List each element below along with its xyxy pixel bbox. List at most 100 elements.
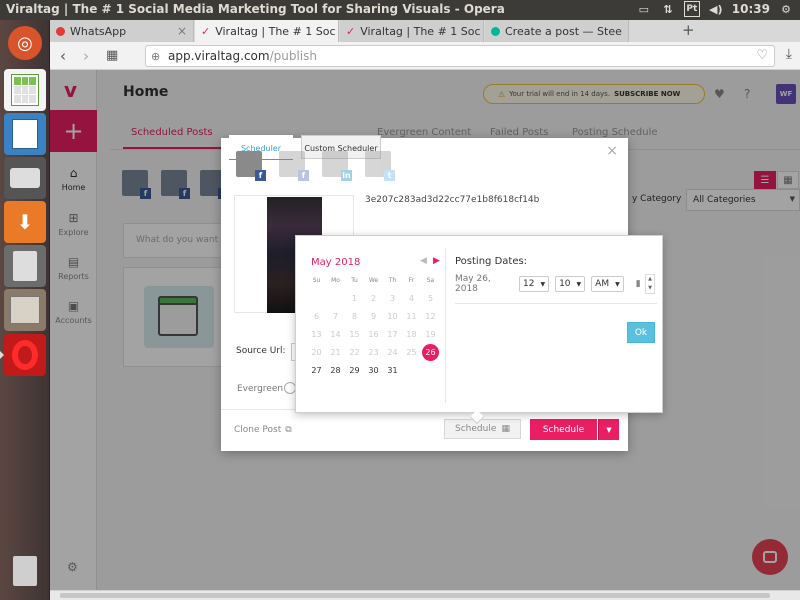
opera-browser-icon[interactable] (0, 334, 46, 376)
account-avatar[interactable]: in (322, 151, 352, 181)
ubuntu-dash-icon[interactable]: ◎ (8, 26, 42, 60)
calendar-day[interactable]: 28 (326, 361, 345, 379)
viraltag-page: v + ⌂ Home ⊞ Explore ▤ Reports ▣ Account… (50, 70, 800, 590)
printer-icon[interactable] (4, 157, 46, 199)
url-input[interactable]: ⊕ app.viraltag.com/publish ♡ (145, 45, 775, 67)
source-url-label: Source Url: (236, 346, 286, 356)
account-avatar[interactable]: f (279, 151, 309, 181)
close-tab-icon[interactable]: × (177, 24, 187, 38)
calendar-day: 14 (330, 329, 341, 339)
delete-date-icon[interactable]: ▮ (636, 279, 641, 289)
schedule-button[interactable]: Schedule (530, 419, 597, 440)
calendar-day: 5 (427, 293, 434, 303)
system-top-panel: Viraltag | The # 1 Social Media Marketin… (0, 0, 800, 20)
calendar-day: 7 (332, 311, 339, 321)
weekday-label: Tu (351, 277, 358, 284)
schedule-date-field[interactable]: Schedule ▦ (444, 419, 521, 439)
schedule-options-dropdown[interactable]: ▼ (598, 419, 619, 440)
viraltag-favicon: ✓ (201, 24, 211, 38)
post-caption-text[interactable]: 3e207c283ad3d22cc77e1b8f618cf14b (365, 195, 539, 205)
weekday-label: Mo (331, 277, 340, 284)
weekday-label: Fr (408, 277, 415, 284)
calendar-day[interactable]: 29 (345, 361, 364, 379)
calendar-day: 16 (368, 329, 379, 339)
tab-label: WhatsApp (70, 24, 127, 38)
tab-viraltag-active[interactable]: ✓ Viraltag | The # 1 Soc × (195, 20, 339, 42)
weekday-label: Su (312, 277, 321, 284)
trash-icon[interactable] (4, 550, 46, 592)
hour-value: 12 (523, 279, 535, 289)
tab-steem[interactable]: Create a post — Stee × (485, 20, 629, 42)
date-count-stepper[interactable]: ▲ ▼ (645, 274, 655, 294)
unity-launcher: ◎ ⬇ (0, 20, 50, 600)
url-path: /publish (269, 49, 317, 63)
tab-whatsapp[interactable]: WhatsApp × (50, 20, 194, 42)
calendar-day: 3 (389, 293, 396, 303)
new-tab-button[interactable]: + (682, 21, 695, 39)
weekday-label: Sa (426, 277, 435, 284)
tray-network-icon[interactable]: ⇅ (660, 1, 676, 17)
system-tray: ▭ ⇅ Pt ◀) 10:39 ⚙ (636, 1, 794, 17)
bookmark-heart-icon[interactable]: ♡ (756, 48, 768, 63)
steem-favicon (491, 26, 500, 36)
calendar-day: 4 (408, 293, 415, 303)
writer-app-icon[interactable] (4, 113, 46, 155)
calendar-day[interactable]: 30 (364, 361, 383, 379)
viraltag-favicon: ✓ (346, 24, 356, 38)
forward-button[interactable]: › (83, 47, 89, 65)
twitter-icon: t (384, 170, 395, 181)
close-icon[interactable]: × (606, 143, 618, 159)
speed-dial-grid-icon[interactable]: ▦ (106, 48, 118, 63)
calendar-day[interactable]: 31 (383, 361, 402, 379)
next-month-button[interactable]: ▶ (433, 256, 440, 266)
keyboard-layout-indicator[interactable]: Pt (683, 1, 700, 17)
scrollbar-thumb[interactable] (60, 593, 770, 598)
browser-tab-strip: WhatsApp × ✓ Viraltag | The # 1 Soc × ✓ … (50, 20, 800, 42)
address-toolbar: ‹ › ▦ ⊕ app.viraltag.com/publish ♡ ⤓ (50, 42, 800, 70)
copy-icon: ⧉ (285, 425, 292, 435)
back-button[interactable]: ‹ (60, 47, 66, 65)
calendar-icon: ▦ (501, 424, 510, 434)
posting-dates-label: Posting Dates: (455, 256, 528, 267)
calendar-day: 17 (387, 329, 398, 339)
ampm-select[interactable]: AM ▼ (591, 276, 624, 292)
account-avatar-selected[interactable]: f (236, 151, 266, 181)
facebook-icon: f (255, 170, 266, 181)
software-center-icon[interactable]: ⬇ (4, 201, 46, 243)
divider (445, 248, 446, 403)
calendar-day: 18 (406, 329, 417, 339)
calendar-day-empty (402, 361, 421, 379)
tab-label: Viraltag | The # 1 Soc (215, 24, 336, 38)
calendar-day: 8 (351, 311, 358, 321)
calendar-day: 10 (387, 311, 398, 321)
volume-icon[interactable]: ◀) (708, 1, 724, 17)
calendar-day: 22 (349, 347, 360, 357)
download-icon[interactable]: ⤓ (786, 46, 792, 62)
tab-label: Viraltag | The # 1 Soc (360, 24, 481, 38)
calendar-day: 1 (351, 293, 358, 303)
account-avatar[interactable]: t (365, 151, 395, 181)
tray-monitor-icon[interactable]: ▭ (636, 1, 652, 17)
prev-month-button[interactable]: ◀ (420, 256, 427, 266)
power-gear-icon[interactable]: ⚙ (778, 1, 794, 17)
calendar-day[interactable]: 26 (421, 343, 440, 361)
evergreen-label: Evergreen (237, 384, 284, 394)
tab-viraltag[interactable]: ✓ Viraltag | The # 1 Soc × (340, 20, 484, 42)
weekday-header: Su Mo Tu We Th Fr Sa (307, 277, 447, 289)
clone-post-button[interactable]: Clone Post ⧉ (234, 425, 292, 435)
url-host: app.viraltag.com (168, 49, 270, 63)
ok-button[interactable]: Ok (627, 322, 655, 343)
spreadsheet-app-icon[interactable] (4, 69, 46, 111)
calendar-grid: Su Mo Tu We Th Fr Sa 1 2 3 4 5 6 7 8 9 10 11 12 13 14 15 16 17… (307, 277, 447, 379)
file-cabinet-icon[interactable] (4, 289, 46, 331)
chevron-down-icon: ▼ (576, 280, 582, 288)
calendar-day: 23 (368, 347, 379, 357)
minute-select[interactable]: 10 ▼ (555, 276, 586, 292)
posting-date-row: May 26, 2018 12 ▼ 10 ▼ AM ▼ ▮ (455, 274, 641, 294)
calendar-day[interactable]: 27 (307, 361, 326, 379)
horizontal-scrollbar[interactable] (50, 590, 800, 600)
hour-select[interactable]: 12 ▼ (519, 276, 550, 292)
globe-icon: ⊕ (151, 50, 161, 63)
clock[interactable]: 10:39 (732, 2, 770, 16)
calculator-icon[interactable] (4, 245, 46, 287)
